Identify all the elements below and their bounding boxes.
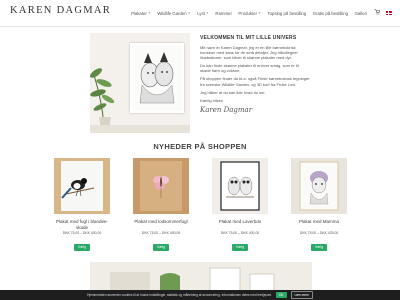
product-name[interactable]: Plakat med lodsommerfugl	[133, 219, 189, 230]
product-name[interactable]: Plakat med Mamma	[291, 219, 347, 230]
product-card[interactable]: Plakat med lodsommerfugl DKK 75,00 – DKK…	[133, 158, 189, 253]
product-image[interactable]	[212, 158, 268, 214]
shelf	[90, 125, 190, 133]
chevron-down-icon: ▼	[187, 11, 191, 15]
product-card[interactable]: Plakat med Mamma DKK 75,00 – DKK 425,00 …	[291, 158, 347, 253]
danish-flag-icon[interactable]	[386, 11, 392, 15]
select-button[interactable]: Vælg	[310, 243, 328, 251]
nav-item-lyst[interactable]: Lyst ▼	[197, 11, 209, 16]
select-button[interactable]: Vælg	[73, 243, 91, 251]
product-price: DKK 75,00 – DKK 400,00	[141, 231, 181, 235]
nav-item-galleri[interactable]: Galleri	[355, 11, 367, 16]
product-image[interactable]	[54, 158, 110, 214]
product-price: DKK 75,00 – DKK 400,00	[220, 231, 260, 235]
product-price: DKK 75,00 – DKK 425,00	[299, 231, 339, 235]
intro-section: VELKOMMEN TIL MIT LILLE UNIVERS Mit navn…	[200, 35, 310, 114]
intro-paragraph: På shoppen finder du bl.a. også Finde bø…	[200, 76, 310, 87]
product-name[interactable]: Plakat med fugl i blandee-skade	[54, 219, 110, 230]
cookie-accept-button[interactable]: OK	[275, 292, 287, 298]
bottom-banner-image	[90, 262, 312, 293]
cookie-more-button[interactable]: Læs mere	[290, 291, 313, 299]
cookie-banner: Hjemmesiden anvender cookies til at husk…	[0, 290, 400, 300]
nav-item-rammer[interactable]: Rammer	[215, 11, 231, 16]
section-title: NYHEDER PÅ SHOPPEN	[153, 142, 247, 151]
product-card[interactable]: Plakat med fugl i blandee-skade DKK 75,0…	[54, 158, 110, 253]
chevron-down-icon: ▼	[205, 11, 209, 15]
intro-paragraph: Jeg håber at du kan lide hvad du ser.	[200, 89, 266, 95]
site-header: KAREN DAGMAR Plakater ▼ Wildlife Garden ▼ …	[0, 0, 400, 27]
hero-poster	[130, 43, 184, 113]
intro-paragraph: Mit navn er Karen Dagmar, jeg er en lill…	[200, 45, 298, 61]
fox-illustration	[139, 52, 175, 104]
plant-illustration	[90, 68, 115, 129]
cart-icon[interactable]	[374, 9, 380, 17]
product-price: DKK 75,00 – DKK 400,00	[62, 231, 102, 236]
product-image[interactable]	[291, 158, 347, 214]
nav-item-wildlife-garden[interactable]: Wildlife Garden ▼	[157, 11, 190, 16]
chevron-down-icon: ▼	[147, 11, 151, 15]
nav-item-produkter[interactable]: Produkter ▼	[238, 11, 261, 16]
select-button[interactable]: Vælg	[231, 243, 249, 251]
site-logo[interactable]: KAREN DAGMAR	[10, 5, 111, 16]
main-nav: Plakater ▼ Wildlife Garden ▼ Lyst ▼ Rammer …	[131, 9, 392, 17]
signature: Karen Dagmar	[200, 105, 253, 114]
nav-item-topsing[interactable]: Topsing på bestilling	[268, 11, 307, 16]
select-button[interactable]: Vælg	[152, 243, 170, 251]
hero-image	[90, 33, 190, 133]
intro-paragraph: Kærlig hilsen	[200, 97, 224, 103]
product-grid: Plakat med fugl i blandee-skade DKK 75,0…	[54, 158, 354, 253]
product-card[interactable]: Plakat med Laverbdo DKK 75,00 – DKK 400,…	[212, 158, 268, 253]
nav-item-gratis[interactable]: Gratis på bestilling	[313, 11, 348, 16]
cookie-text: Hjemmesiden anvender cookies til at husk…	[87, 293, 272, 297]
intro-paragraph: Du kan finde skønne plakater til enhver …	[200, 63, 299, 74]
product-image[interactable]	[133, 158, 189, 214]
nav-item-plakater[interactable]: Plakater ▼	[131, 11, 151, 16]
product-name[interactable]: Plakat med Laverbdo	[212, 219, 268, 230]
chevron-down-icon: ▼	[258, 11, 262, 15]
intro-title: VELKOMMEN TIL MIT LILLE UNIVERS	[200, 35, 297, 41]
